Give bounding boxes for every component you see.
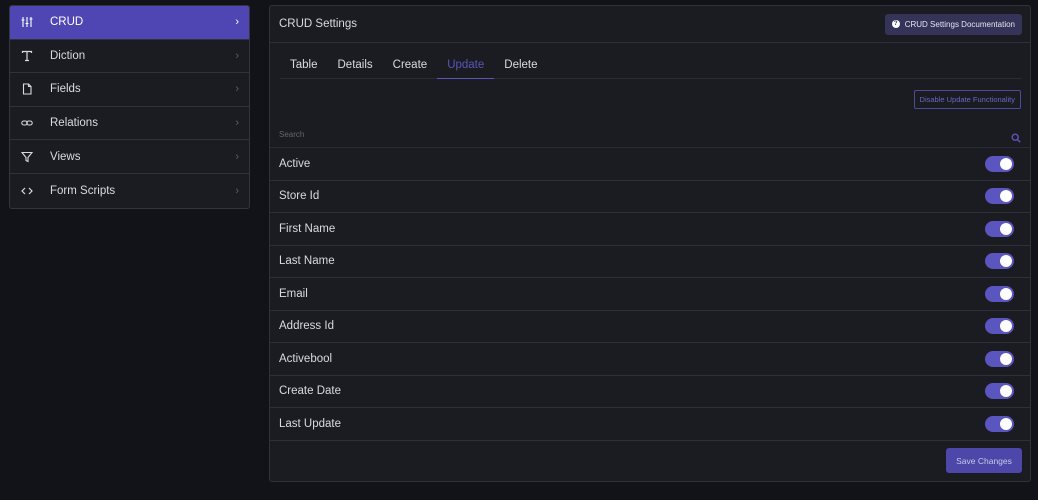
field-toggle[interactable]: [985, 350, 1014, 367]
field-toggle[interactable]: [985, 253, 1014, 270]
sidebar-item-views[interactable]: Views ›: [10, 140, 249, 174]
list-item: Active: [270, 148, 1030, 181]
field-toggle[interactable]: [985, 220, 1014, 237]
list-item: Last Update: [270, 408, 1030, 441]
toggle-knob: [1000, 287, 1012, 300]
link-icon: [20, 116, 34, 130]
toggle-knob: [1000, 222, 1012, 235]
sidebar-item-label: Form Scripts: [50, 184, 116, 197]
sidebar-item-crud[interactable]: CRUD ›: [10, 6, 249, 40]
toggle-knob: [1000, 190, 1012, 203]
chevron-right-icon: ›: [235, 117, 239, 130]
save-changes-button[interactable]: Save Changes: [946, 448, 1022, 473]
documentation-button-label: CRUD Settings Documentation: [904, 19, 1015, 29]
sidebar-item-diction[interactable]: Diction ›: [10, 40, 249, 74]
field-label: Address Id: [279, 320, 334, 333]
sidebar-item-relations[interactable]: Relations ›: [10, 107, 249, 141]
toggle-knob: [1000, 255, 1012, 268]
tab-bar: Table Details Create Update Delete: [280, 52, 1022, 79]
field-label: Last Update: [279, 417, 342, 430]
sidebar-item-label: Diction: [50, 49, 86, 62]
chevron-right-icon: ›: [235, 16, 239, 29]
field-label: Last Name: [279, 255, 335, 268]
chevron-right-icon: ›: [235, 150, 239, 163]
field-toggle[interactable]: [985, 318, 1014, 335]
sidebar-item-label: Relations: [50, 117, 98, 130]
list-item: Last Name: [270, 246, 1030, 278]
field-toggle[interactable]: [985, 155, 1014, 172]
list-item: First Name: [270, 213, 1030, 246]
field-label: Store Id: [279, 190, 320, 203]
tab-details[interactable]: Details: [328, 52, 383, 79]
tab-update[interactable]: Update: [437, 52, 495, 79]
tab-table[interactable]: Table: [280, 52, 328, 79]
list-item: Store Id: [270, 181, 1030, 213]
list-item: Activebool: [270, 343, 1030, 376]
sidebar-item-label: Fields: [50, 83, 81, 96]
help-icon: ?: [891, 20, 900, 28]
list-item: Create Date: [270, 376, 1030, 408]
toggle-knob: [1000, 417, 1012, 430]
field-toggle[interactable]: [985, 415, 1014, 432]
field-label: Create Date: [279, 385, 342, 398]
sidebar-item-label: CRUD: [50, 16, 84, 29]
field-label: Active: [279, 157, 311, 170]
list-item: Email: [270, 278, 1030, 311]
search-icon[interactable]: [1011, 130, 1021, 143]
field-label: Activebool: [279, 352, 333, 365]
code-icon: [20, 184, 34, 198]
disable-update-button[interactable]: Disable Update Functionality: [913, 90, 1021, 109]
toggle-knob: [1000, 385, 1012, 398]
field-list: Active Store Id First Name Last Name Ema…: [270, 148, 1030, 441]
panel-header: CRUD Settings ? CRUD Settings Documentat…: [270, 6, 1030, 43]
chevron-right-icon: ›: [235, 83, 239, 96]
sliders-icon: [20, 15, 34, 29]
sidebar-item-fields[interactable]: Fields ›: [10, 73, 249, 107]
search-bar: [270, 122, 1030, 148]
documentation-button[interactable]: ? CRUD Settings Documentation: [884, 13, 1022, 35]
toggle-knob: [1000, 157, 1012, 170]
sidebar-item-label: Views: [50, 150, 81, 163]
filter-icon: [20, 150, 34, 164]
toggle-knob: [1000, 320, 1012, 333]
field-toggle[interactable]: [985, 188, 1014, 205]
tab-create[interactable]: Create: [383, 52, 438, 79]
sidebar-item-form-scripts[interactable]: Form Scripts ›: [10, 174, 249, 208]
field-toggle[interactable]: [985, 383, 1014, 400]
field-toggle[interactable]: [985, 285, 1014, 302]
chevron-right-icon: ›: [235, 49, 239, 62]
field-label: Email: [279, 287, 308, 300]
field-label: First Name: [279, 222, 336, 235]
text-icon: [20, 49, 34, 63]
toggle-knob: [1000, 352, 1012, 365]
search-input[interactable]: [279, 130, 1011, 139]
tab-delete[interactable]: Delete: [494, 52, 547, 79]
sidebar: CRUD › Diction › Fields › Relations › Vi…: [9, 5, 250, 209]
chevron-right-icon: ›: [235, 184, 239, 197]
list-item: Address Id: [270, 311, 1030, 343]
page-title: CRUD Settings: [279, 18, 357, 30]
crud-settings-panel: CRUD Settings ? CRUD Settings Documentat…: [269, 5, 1031, 482]
file-icon: [20, 82, 34, 96]
